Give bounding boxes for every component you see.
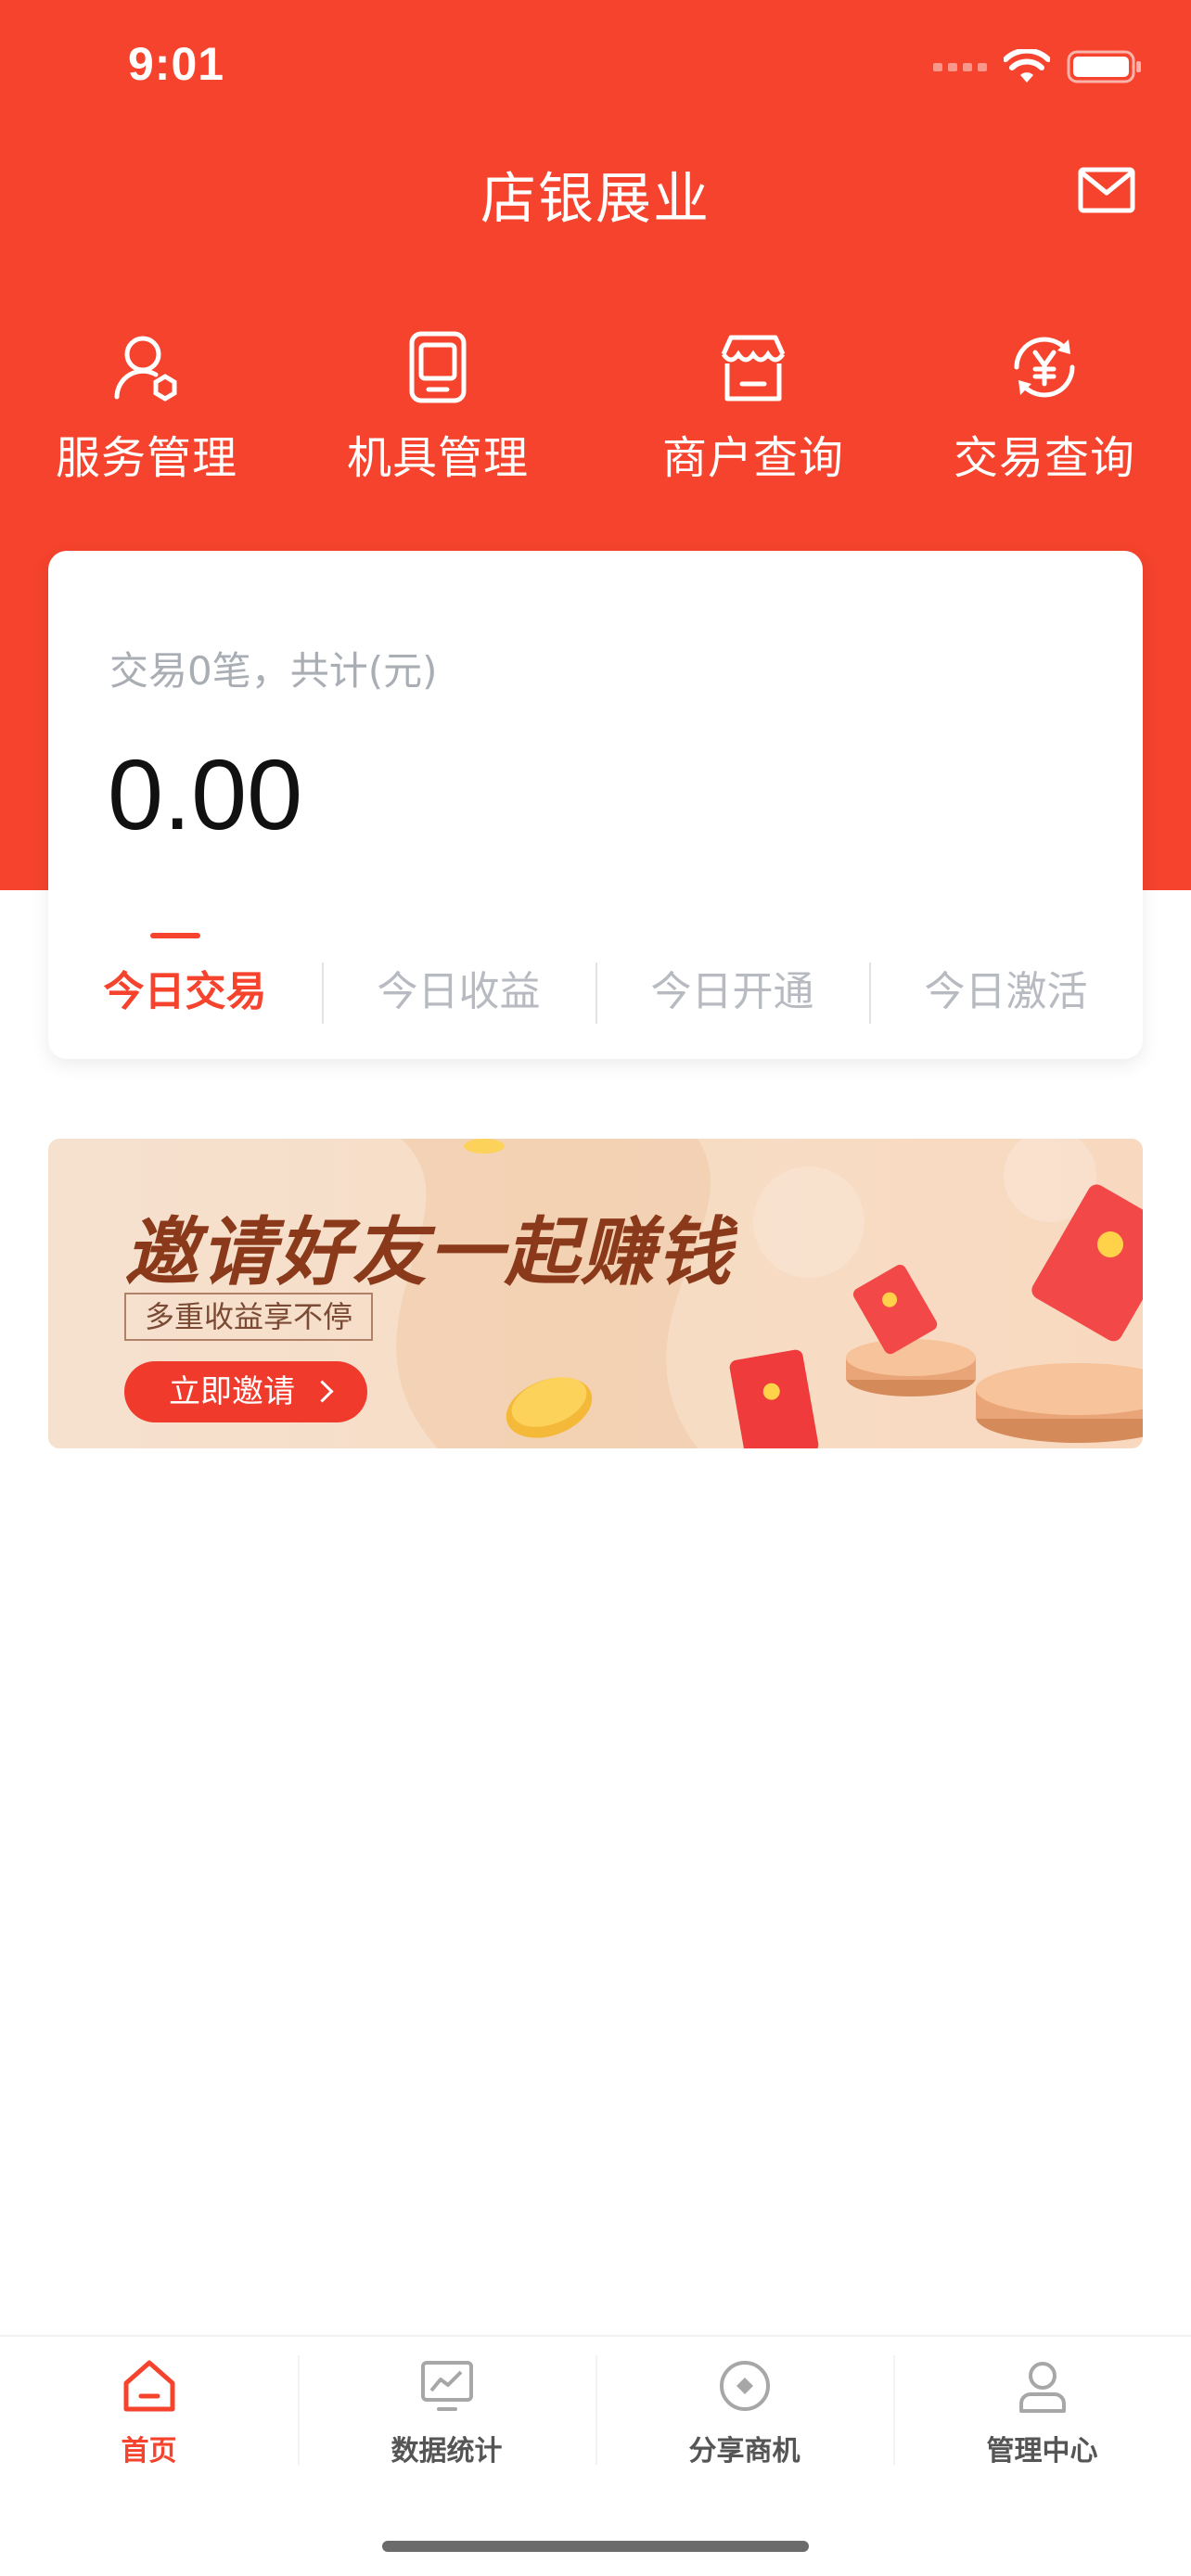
chevron-right-icon <box>311 1380 334 1403</box>
nav-merchant-label: 商户查询 <box>661 432 844 484</box>
home-indicator[interactable] <box>382 2541 809 2552</box>
tab-today-earnings[interactable]: 今日收益 <box>322 955 596 1029</box>
tab-today-activated[interactable]: 今日激活 <box>869 955 1143 1029</box>
tabbar-management-center[interactable]: 管理中心 <box>893 2337 1191 2485</box>
invite-button[interactable]: 立即邀请 <box>124 1361 367 1422</box>
status-time: 9:01 <box>128 38 225 90</box>
tabbar-home-label: 首页 <box>121 2435 177 2468</box>
banner-subtitle: 多重收益享不停 <box>124 1293 374 1341</box>
service-icon <box>114 336 177 402</box>
share-icon <box>719 2361 770 2411</box>
summary-card: 交易0笔，共计(元) 0.00 今日交易 今日收益 今日开通 今日激活 <box>48 551 1143 1059</box>
invite-banner[interactable]: 邀请好友一起赚钱 多重收益享不停 立即邀请 <box>48 1139 1143 1448</box>
tab-today-transactions[interactable]: 今日交易 <box>48 955 322 1029</box>
tab-today-opened[interactable]: 今日开通 <box>596 955 869 1029</box>
banner-title: 邀请好友一起赚钱 <box>124 1209 733 1295</box>
summary-amount: 0.00 <box>108 738 303 850</box>
nav-merchant-query[interactable]: 商户查询 <box>633 330 874 486</box>
tabbar-data-stats[interactable]: 数据统计 <box>298 2337 596 2485</box>
tabbar-home[interactable]: 首页 <box>0 2337 298 2485</box>
page-title: 店银展业 <box>480 167 711 232</box>
home-icon <box>123 2360 174 2412</box>
tabbar-data-stats-label: 数据统计 <box>391 2435 503 2468</box>
nav-service-management[interactable]: 服务管理 <box>26 330 267 486</box>
bottom-tab-bar: 首页 数据统计 分享商机 管理中心 <box>0 2335 1191 2485</box>
tabbar-management-label: 管理中心 <box>986 2435 1098 2468</box>
tabbar-share-opportunity[interactable]: 分享商机 <box>596 2337 893 2485</box>
nav-device-label: 机具管理 <box>346 432 529 484</box>
wifi-icon <box>1004 49 1050 83</box>
nav-service-label: 服务管理 <box>55 432 237 484</box>
summary-caption: 交易0笔，共计(元) <box>109 648 438 694</box>
nav-device-management[interactable]: 机具管理 <box>317 330 558 486</box>
tabbar-share-label: 分享商机 <box>688 2435 800 2468</box>
mail-icon[interactable] <box>1078 167 1135 213</box>
active-tab-indicator <box>150 933 200 938</box>
status-indicators <box>933 48 1143 85</box>
store-icon <box>721 335 786 402</box>
chart-icon <box>420 2361 473 2411</box>
yuan-exchange-icon <box>1014 337 1075 398</box>
nav-transaction-query[interactable]: 交易查询 <box>924 330 1165 486</box>
invite-button-label: 立即邀请 <box>169 1373 295 1410</box>
summary-tabs: 今日交易 今日收益 今日开通 今日激活 <box>48 955 1143 1029</box>
signal-icon <box>933 62 987 71</box>
battery-icon <box>1067 50 1141 83</box>
nav-transaction-label: 交易查询 <box>953 432 1135 484</box>
user-icon <box>1018 2362 1066 2413</box>
device-icon <box>409 331 467 403</box>
